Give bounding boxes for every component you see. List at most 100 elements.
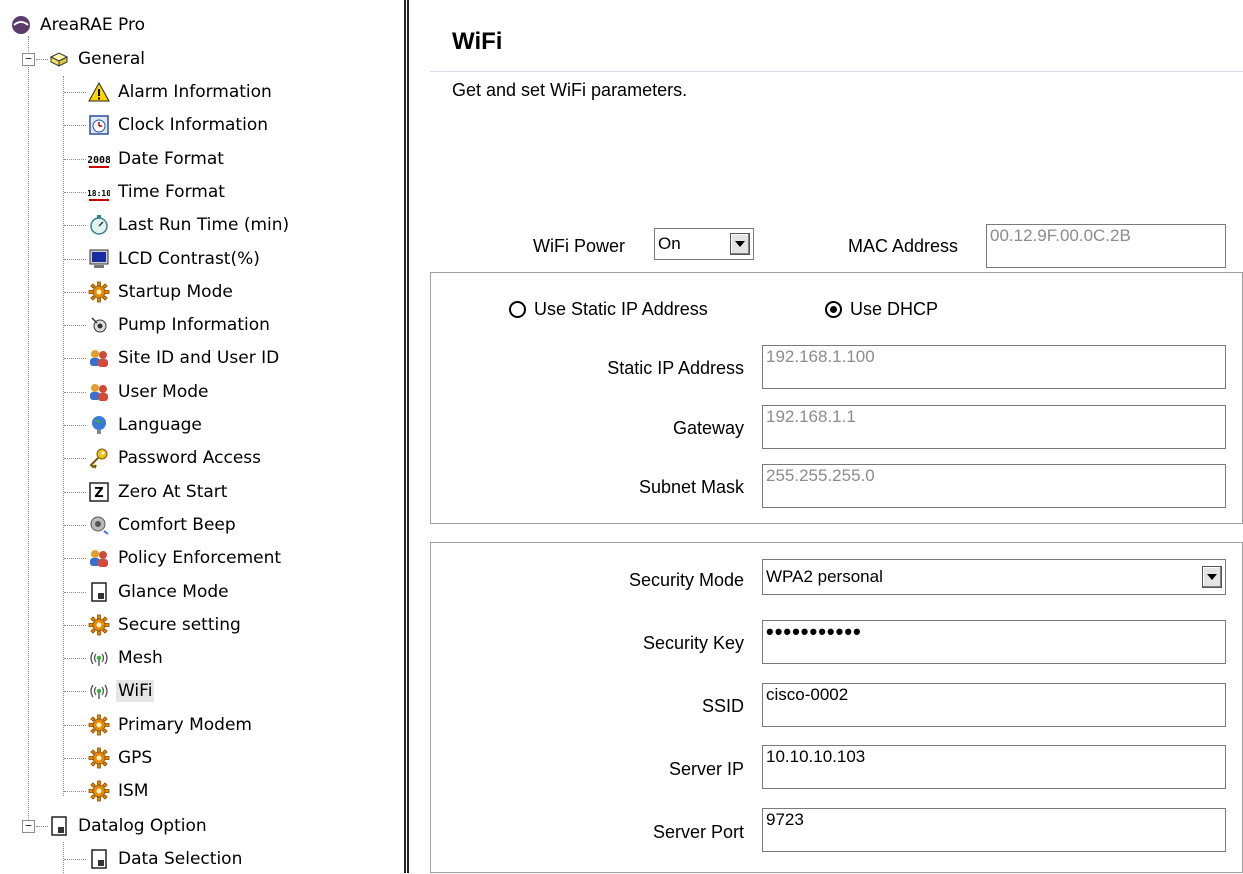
tree-item-alarm[interactable]: Alarm Information xyxy=(88,77,274,107)
tree-item-gps[interactable]: GPS xyxy=(88,743,154,773)
title-divider xyxy=(430,71,1243,72)
tree-connector xyxy=(64,291,86,293)
tree-item-label: Policy Enforcement xyxy=(118,548,282,569)
tree-connector xyxy=(64,524,86,526)
ssid-field[interactable]: cisco-0002 xyxy=(762,683,1226,727)
tree-connector xyxy=(64,191,86,193)
tree-connector xyxy=(64,425,86,426)
users-icon xyxy=(88,381,110,403)
tree-connector xyxy=(64,491,86,493)
dhcp-radio-label: Use DHCP xyxy=(850,299,939,319)
tree-item-time[interactable]: 18:10 Time Format xyxy=(88,177,227,207)
tree-item-label: Last Run Time (min) xyxy=(118,215,290,236)
server-port-field[interactable]: 9723 xyxy=(762,808,1226,852)
tree-item-mesh[interactable]: Mesh xyxy=(88,643,165,673)
tree-item-startup[interactable]: Startup Mode xyxy=(88,277,235,307)
wifi-power-value: On xyxy=(658,234,681,253)
tree-connector xyxy=(64,591,86,593)
tree-item-clock[interactable]: Clock Information xyxy=(88,110,270,140)
speaker-icon xyxy=(88,514,110,536)
svg-text:2008: 2008 xyxy=(88,155,110,166)
gear-icon xyxy=(88,614,110,636)
tree-item-label: Primary Modem xyxy=(118,714,252,735)
dropdown-arrow-icon[interactable] xyxy=(1202,566,1222,588)
tree-item-lcd[interactable]: LCD Contrast(%) xyxy=(88,244,262,274)
wifi-power-label: WiFi Power xyxy=(533,236,626,256)
tree-item-label: Alarm Information xyxy=(118,82,272,102)
tree-connector xyxy=(28,36,29,828)
mac-address-field[interactable]: 00.12.9F.00.0C.2B xyxy=(986,224,1226,268)
dhcp-radio[interactable]: Use DHCP xyxy=(825,299,938,320)
navigation-tree: AreaRAE Pro − General Alarm Information C… xyxy=(0,0,400,873)
tree-item-label: Date Format xyxy=(118,148,224,169)
svg-text:Z: Z xyxy=(94,486,103,501)
gear-icon xyxy=(88,747,110,769)
tree-item-usermode[interactable]: User Mode xyxy=(88,377,210,407)
security-key-field[interactable]: ••••••••••• xyxy=(762,620,1226,664)
security-mode-select[interactable]: WPA2 personal xyxy=(762,559,1226,595)
tree-item-datasel[interactable]: Data Selection xyxy=(88,844,244,874)
dropdown-arrow-icon[interactable] xyxy=(730,233,750,255)
wifi-power-select[interactable]: On xyxy=(654,228,754,260)
tree-item-label: Password Access xyxy=(118,448,262,469)
tree-root[interactable]: AreaRAE Pro xyxy=(10,10,147,40)
ssid-label: SSID xyxy=(701,696,744,716)
tree-item-date[interactable]: 2008 Date Format xyxy=(88,144,226,174)
tree-connector xyxy=(64,158,86,160)
users-icon xyxy=(88,347,110,369)
tree-item-label: Mesh xyxy=(118,648,163,669)
server-ip-label: Server IP xyxy=(668,759,744,779)
device-icon xyxy=(10,14,32,36)
zero-icon: Z xyxy=(88,481,110,503)
radio-unchecked-icon xyxy=(509,301,526,318)
globe-icon xyxy=(88,414,110,436)
gateway-field[interactable]: 192.168.1.1 xyxy=(762,405,1226,449)
tree-item-zero[interactable]: Z Zero At Start xyxy=(88,477,229,507)
tree-item-label: WiFi xyxy=(116,680,155,703)
tree-root-label: AreaRAE Pro xyxy=(40,15,145,35)
document-icon xyxy=(88,848,110,870)
tree-node-general[interactable]: General xyxy=(48,44,147,74)
tree-node-datalog[interactable]: Datalog Option xyxy=(48,811,209,841)
tree-item-policy[interactable]: Policy Enforcement xyxy=(88,543,283,573)
server-ip-field[interactable]: 10.10.10.103 xyxy=(762,745,1226,789)
tree-item-password[interactable]: Password Access xyxy=(88,443,263,473)
general-collapse-toggle[interactable]: − xyxy=(22,53,35,66)
tree-item-modem[interactable]: Primary Modem xyxy=(88,710,254,740)
document-icon xyxy=(88,581,110,603)
tree-item-label: Pump Information xyxy=(118,315,270,336)
tree-item-glance[interactable]: Glance Mode xyxy=(88,577,231,607)
tree-item-secure[interactable]: Secure setting xyxy=(88,610,243,640)
tree-connector xyxy=(64,658,86,660)
tree-connector xyxy=(36,826,48,827)
tree-item-lastrun[interactable]: Last Run Time (min) xyxy=(88,210,291,240)
pane-splitter[interactable] xyxy=(404,0,409,873)
tree-connector xyxy=(36,59,48,60)
tree-item-label: Time Format xyxy=(118,181,225,202)
tree-item-label: Site ID and User ID xyxy=(118,348,280,369)
gear-icon xyxy=(88,780,110,802)
gear-icon xyxy=(88,714,110,736)
document-icon xyxy=(48,815,70,837)
tree-item-ism[interactable]: ISM xyxy=(88,776,150,806)
users-icon xyxy=(88,547,110,569)
tree-connector xyxy=(63,76,64,796)
tree-item-beep[interactable]: Comfort Beep xyxy=(88,510,238,540)
tree-item-siteid[interactable]: Site ID and User ID xyxy=(88,343,281,373)
static-ip-radio[interactable]: Use Static IP Address xyxy=(509,299,708,320)
tree-connector xyxy=(64,125,86,127)
datalog-collapse-toggle[interactable]: − xyxy=(22,820,35,833)
static-ip-radio-label: Use Static IP Address xyxy=(534,299,708,319)
pump-icon xyxy=(88,314,110,336)
tree-connector xyxy=(64,325,86,327)
tree-connector xyxy=(64,859,86,860)
tree-item-wifi[interactable]: WiFi xyxy=(88,676,155,706)
subnet-mask-field[interactable]: 255.255.255.0 xyxy=(762,464,1226,508)
tree-connector xyxy=(63,842,64,873)
tree-item-language[interactable]: Language xyxy=(88,410,204,440)
static-ip-field[interactable]: 192.168.1.100 xyxy=(762,345,1226,389)
tree-item-pump[interactable]: Pump Information xyxy=(88,310,272,340)
tree-item-label: Clock Information xyxy=(118,115,268,136)
tree-connector xyxy=(64,391,86,393)
clock-icon xyxy=(88,114,110,136)
